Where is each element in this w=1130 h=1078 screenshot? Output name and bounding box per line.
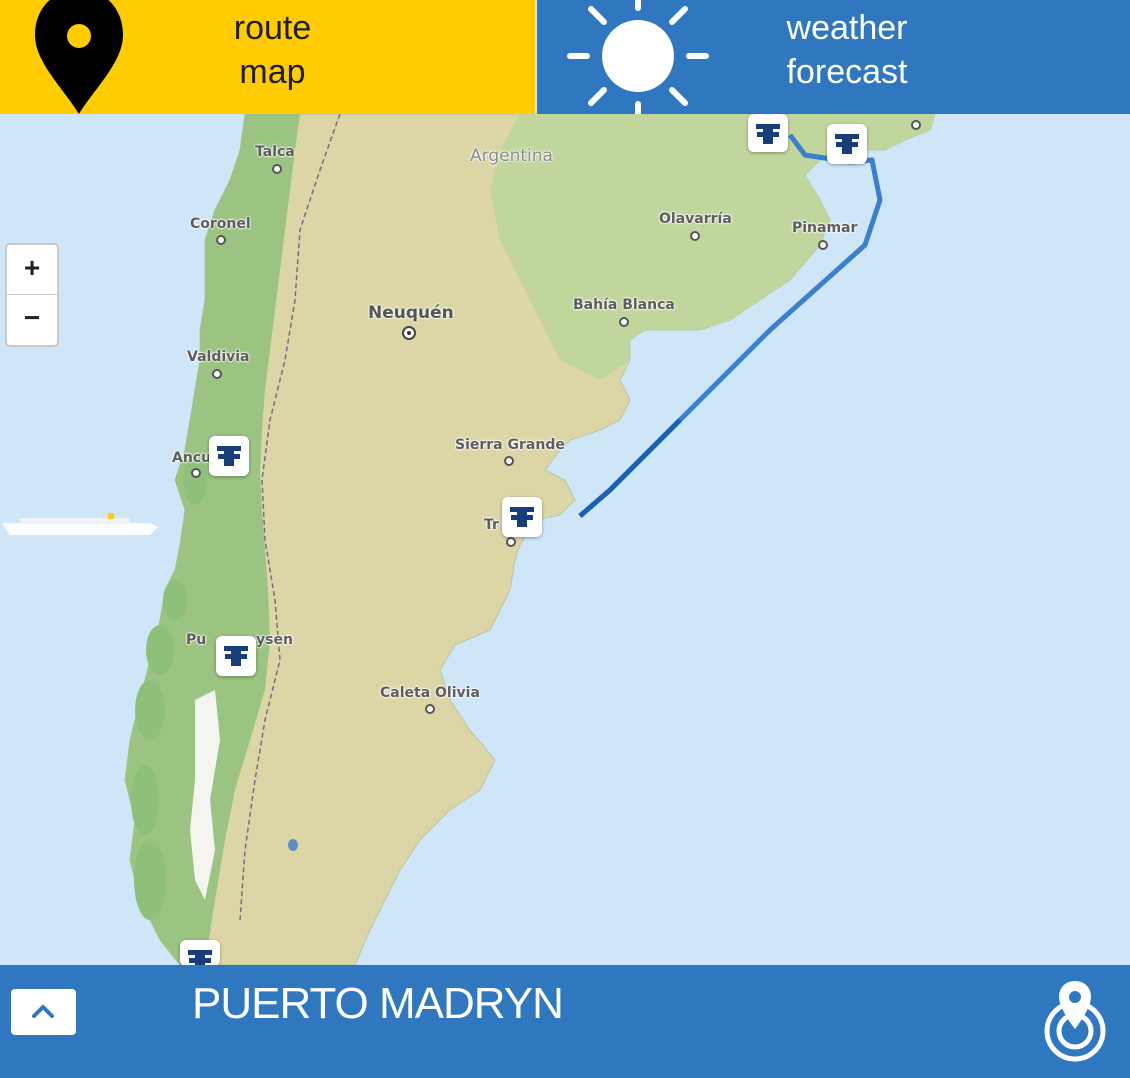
tab-route-map-label: route map — [200, 6, 345, 94]
place-coronel: Coronel — [190, 216, 251, 232]
port-marker-puerto-montt[interactable] — [209, 436, 249, 476]
place-bahia-blanca: Bahía Blanca — [573, 297, 675, 313]
zoom-in-button[interactable]: + — [7, 245, 57, 295]
sun-icon — [567, 0, 709, 114]
map-pin-icon — [35, 0, 123, 114]
port-marker-puerto-chacabuco[interactable] — [216, 636, 256, 676]
port-bollard-icon — [510, 507, 534, 527]
zoom-out-button[interactable]: − — [7, 295, 57, 344]
port-marker-montevideo[interactable] — [827, 124, 867, 164]
zoom-control: + − — [5, 243, 59, 347]
tab-route-line2: map — [239, 53, 306, 91]
place-neuquen: Neuquén — [368, 303, 454, 323]
place-talca: Talca — [255, 144, 295, 160]
expand-up-button[interactable] — [11, 989, 76, 1035]
port-marker-south[interactable] — [180, 940, 220, 965]
tab-weather-line2: forecast — [786, 53, 908, 91]
tab-weather-forecast[interactable]: weather forecast — [537, 0, 1130, 114]
place-pinamar: Pinamar — [792, 220, 858, 236]
cruise-ship-icon — [2, 513, 158, 535]
map-base — [0, 114, 1130, 965]
port-marker-buenos-aires[interactable] — [748, 114, 788, 152]
tab-weather-label: weather forecast — [757, 6, 937, 94]
lake — [288, 839, 298, 851]
port-bollard-icon — [835, 134, 859, 154]
port-bollard-icon — [756, 124, 780, 144]
port-name-title: PUERTO MADRYN — [192, 979, 564, 1028]
chevron-up-icon — [32, 1005, 54, 1018]
port-footer: PUERTO MADRYN — [0, 965, 1130, 1078]
place-sierra-grande: Sierra Grande — [455, 437, 565, 453]
port-bollard-icon — [217, 446, 241, 466]
top-nav: route map weather forecast — [0, 0, 1130, 114]
port-bollard-icon — [224, 646, 248, 666]
place-ancud: Ancu — [172, 450, 212, 466]
tab-route-map[interactable]: route map — [0, 0, 535, 114]
country-label: Argentina — [470, 146, 553, 166]
place-trelew: Tr — [484, 517, 499, 533]
place-caleta-olivia: Caleta Olivia — [380, 685, 480, 701]
tab-route-line1: route — [233, 9, 312, 47]
place-olavarria: Olavarría — [659, 211, 732, 227]
place-valdivia: Valdivia — [187, 349, 250, 365]
tab-weather-line1: weather — [786, 9, 908, 47]
route-map[interactable]: Argentina Talca Coronel Valdivia Neuquén… — [0, 114, 1130, 965]
place-puerto-aysen-1: Pu — [186, 632, 207, 648]
port-bollard-icon — [188, 950, 212, 965]
port-marker-puerto-madryn[interactable] — [502, 497, 542, 537]
location-target-icon[interactable] — [1040, 979, 1110, 1063]
place-puerto-aysen-2: ysen — [256, 632, 293, 648]
